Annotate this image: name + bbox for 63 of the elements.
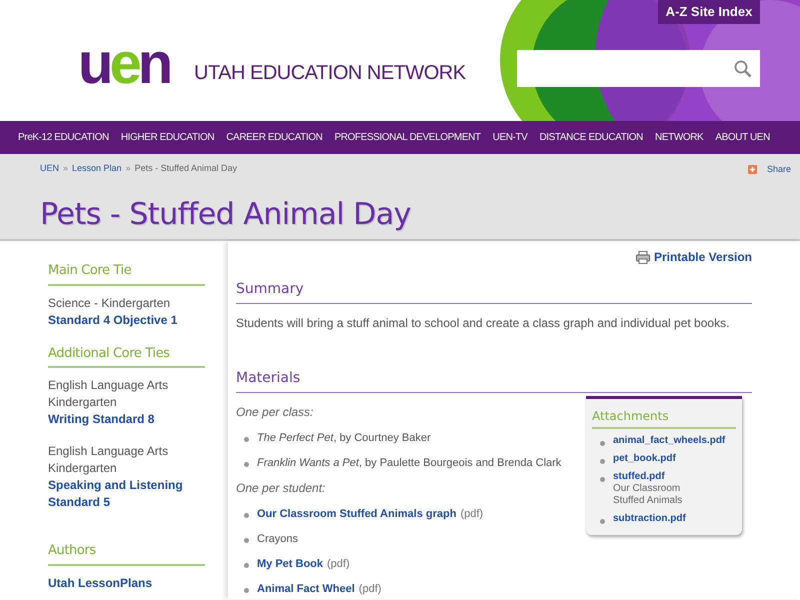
nav-link[interactable]: PreK-12 EDUCATION <box>18 130 109 145</box>
breadcrumb-link[interactable]: Lesson Plan <box>72 162 122 176</box>
site-index-button[interactable]: A-Z Site Index <box>658 0 760 24</box>
search-icon[interactable] <box>734 60 752 78</box>
bullet-icon <box>600 477 605 482</box>
material-link[interactable]: Our Classroom Stuffed Animals graph <box>257 507 456 522</box>
core-subject: Science - Kindergarten <box>48 294 172 312</box>
core-subject: English Language Arts Kindergarten <box>48 377 170 411</box>
bullet-icon <box>600 459 605 464</box>
bullet-icon <box>600 441 605 446</box>
printer-icon <box>636 250 650 264</box>
attachment-link[interactable]: pet_book.pdf <box>613 453 676 465</box>
search-field[interactable] <box>517 50 760 87</box>
nav-link[interactable]: CAREER EDUCATION <box>226 130 322 145</box>
file-type-note: (pdf) <box>327 557 350 572</box>
bullet-icon <box>244 462 249 467</box>
material-item: Crayons <box>257 532 298 547</box>
nav-link[interactable]: UEN-TV <box>492 130 528 145</box>
bullet-icon <box>244 437 249 442</box>
material-item: Franklin Wants a Pet, by Paulette Bourgeois and Brenda Clark <box>257 456 562 471</box>
breadcrumb-separator: » <box>126 162 131 175</box>
uen-logo[interactable]: uen <box>78 36 170 92</box>
nav-link[interactable]: ABOUT UEN <box>715 130 770 145</box>
bullet-icon <box>244 563 249 568</box>
materials-label: One per student: <box>236 480 326 497</box>
breadcrumb-link[interactable]: UEN <box>40 162 60 176</box>
attachment-description: Our Classroom Stuffed Animals <box>613 483 684 507</box>
nav-link[interactable]: DISTANCE EDUCATION <box>539 130 644 145</box>
material-link[interactable]: My Pet Book <box>257 557 324 572</box>
sidebar-heading: Authors <box>48 541 205 566</box>
material-item: The Perfect Pet, by Courtney Baker <box>257 431 431 446</box>
standard-link[interactable]: Standard 4 Objective 1 <box>48 312 205 328</box>
section-heading: Materials <box>236 368 752 393</box>
attachment-link[interactable]: animal_fact_wheels.pdf <box>613 435 726 447</box>
nav-link[interactable]: NETWORK <box>655 130 704 145</box>
attachment-link[interactable]: subtraction.pdf <box>613 513 686 525</box>
sidebar-heading: Main Core Tie <box>48 261 205 286</box>
plus-icon <box>748 165 757 174</box>
nav-link[interactable]: HIGHER EDUCATION <box>120 130 214 145</box>
file-type-note: (pdf) <box>460 507 484 522</box>
share-link[interactable]: Share <box>748 163 792 176</box>
bullet-icon <box>244 538 249 543</box>
standard-link[interactable]: Speaking and Listening Standard 5 <box>48 477 205 511</box>
nav-link[interactable]: PROFESSIONAL DEVELOPMENT <box>334 130 481 145</box>
bullet-icon <box>244 513 249 518</box>
materials-label: One per class: <box>236 404 314 421</box>
standard-link[interactable]: Writing Standard 8 <box>48 411 205 428</box>
breadcrumb-current: Pets - Stuffed Animal Day <box>134 162 237 175</box>
summary-text: Students will bring a stuff animal to school and create a class graph and individual pet books. <box>236 315 730 332</box>
section-heading: Summary <box>236 279 752 304</box>
attachment-link[interactable]: stuffed.pdf <box>613 471 713 483</box>
printable-version-link[interactable]: Printable Version <box>636 248 752 266</box>
file-type-note: (pdf) <box>358 582 382 597</box>
core-subject: English Language Arts Kindergarten <box>48 443 170 477</box>
attachments-heading: Attachments <box>592 407 736 429</box>
sidebar-heading: Additional Core Ties <box>48 344 205 368</box>
material-link[interactable]: Animal Fact Wheel <box>257 582 355 597</box>
bullet-icon <box>600 519 605 524</box>
bullet-icon <box>244 588 249 593</box>
standard-link[interactable]: Utah LessonPlans <box>48 574 205 592</box>
site-name: UTAH EDUCATION NETWORK <box>194 61 466 86</box>
breadcrumb-separator: » <box>63 162 68 175</box>
page-title: Pets - Stuffed Animal Day <box>40 196 411 234</box>
